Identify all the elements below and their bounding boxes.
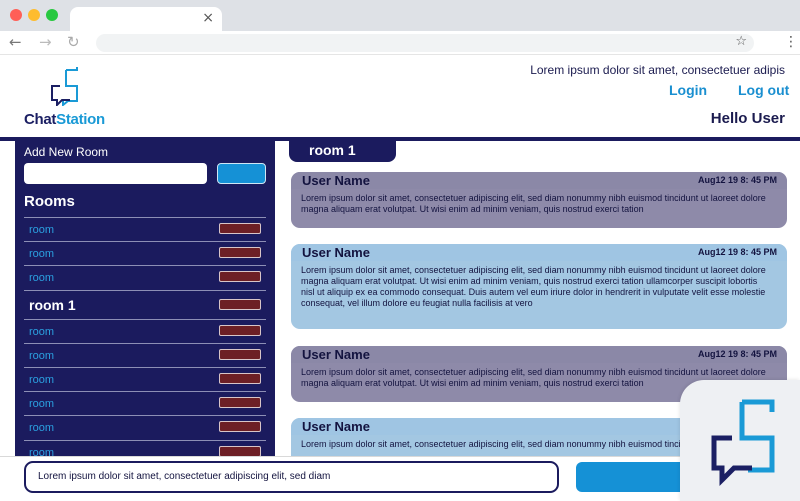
chat-message: User Name Aug12 19 8: 45 PM Lorem ipsum do…: [291, 172, 787, 228]
message-input-value: Lorem ipsum dolor sit amet, consectetuer…: [38, 471, 331, 482]
forward-arrow-icon[interactable]: →: [39, 34, 52, 50]
message-timestamp: Aug12 19 8: 45 PM: [697, 175, 777, 185]
browser-menu-icon[interactable]: ⋮: [784, 34, 798, 50]
delete-room-button[interactable]: [219, 324, 261, 336]
message-header: User Name Aug12 19 8: 45 PM: [291, 244, 787, 261]
room-list-item[interactable]: room: [24, 318, 266, 343]
logout-link[interactable]: Log out: [738, 82, 789, 98]
room-name[interactable]: room: [29, 326, 54, 338]
chat-message: User Name Aug12 19 8: 45 PM Lorem ipsum do…: [291, 244, 787, 329]
bookmark-star-icon[interactable]: ☆: [735, 34, 747, 49]
browser-tab[interactable]: ×: [70, 7, 222, 31]
delete-room-button[interactable]: [219, 247, 261, 259]
login-link[interactable]: Login: [669, 82, 707, 98]
delete-room-button[interactable]: [219, 445, 261, 456]
room-list-item[interactable]: room: [24, 415, 266, 439]
message-header: User Name Aug12 19 8: 45 PM: [291, 346, 787, 363]
room-name[interactable]: room: [29, 422, 54, 434]
room-list-item[interactable]: room: [24, 391, 266, 415]
delete-room-button[interactable]: [219, 397, 261, 409]
browser-toolbar: ← → ↻ ☆ ⋮: [0, 31, 800, 55]
room-list-item[interactable]: room: [24, 342, 266, 367]
minimize-window-button[interactable]: [28, 9, 40, 21]
app-icon-badge: [680, 380, 800, 501]
address-bar[interactable]: ☆: [96, 34, 754, 52]
browser-titlebar: ×: [0, 0, 800, 31]
logo-word-station: Station: [56, 111, 105, 128]
app-logo-wordmark: ChatStation: [24, 111, 105, 128]
delete-room-button[interactable]: [219, 223, 261, 234]
delete-room-button[interactable]: [219, 348, 261, 360]
user-greeting: Hello User: [710, 110, 785, 127]
room-name[interactable]: room: [29, 374, 54, 386]
message-text: Lorem ipsum dolor sit amet, consectetuer…: [301, 265, 766, 308]
delete-room-button[interactable]: [219, 298, 261, 310]
rooms-list: room room room room 1 room room room room room ro…: [24, 217, 266, 456]
message-username: User Name: [302, 419, 370, 434]
message-timestamp: Aug12 19 8: 45 PM: [697, 349, 777, 359]
message-input[interactable]: Lorem ipsum dolor sit amet, consectetuer…: [24, 461, 559, 493]
chatstation-app-icon: [711, 399, 775, 487]
room-list-item[interactable]: room 1: [24, 289, 266, 319]
message-text: Lorem ipsum dolor sit amet, consectetuer…: [301, 193, 766, 214]
room-name[interactable]: room: [29, 248, 54, 260]
room-name[interactable]: room: [29, 350, 54, 362]
reload-icon[interactable]: ↻: [67, 34, 80, 50]
room-list-item[interactable]: room: [24, 265, 266, 289]
room-list-item[interactable]: room: [24, 439, 266, 457]
new-room-input[interactable]: [24, 163, 207, 184]
tab-close-icon[interactable]: ×: [202, 9, 214, 27]
delete-room-button[interactable]: [219, 271, 261, 283]
chatstation-logo-icon: [51, 67, 78, 106]
header-tagline: Lorem ipsum dolor sit amet, consectetuer…: [530, 63, 785, 77]
room-name[interactable]: room: [29, 224, 54, 236]
room-name[interactable]: room: [29, 272, 54, 284]
room-name[interactable]: room: [29, 398, 54, 410]
message-username: User Name: [302, 245, 370, 260]
add-room-label: Add New Room: [24, 145, 109, 159]
room-name[interactable]: room: [29, 447, 54, 457]
room-list-item[interactable]: room: [24, 217, 266, 241]
message-timestamp: Aug12 19 8: 45 PM: [697, 247, 777, 257]
room-list-item[interactable]: room: [24, 241, 266, 265]
delete-room-button[interactable]: [219, 421, 261, 433]
close-window-button[interactable]: [10, 9, 22, 21]
delete-room-button[interactable]: [219, 372, 261, 384]
current-room-tab: room 1: [289, 141, 396, 162]
rooms-heading: Rooms: [24, 193, 75, 210]
room-name[interactable]: room 1: [29, 297, 76, 313]
rooms-sidebar: Add New Room Rooms room room room room 1 roo…: [15, 141, 275, 456]
current-room-title: room 1: [309, 142, 356, 158]
message-username: User Name: [302, 173, 370, 188]
room-list-item[interactable]: room: [24, 366, 266, 391]
message-username: User Name: [302, 347, 370, 362]
logo-word-chat: Chat: [24, 111, 57, 128]
message-header: User Name Aug12 19 8: 45 PM: [291, 172, 787, 189]
back-arrow-icon[interactable]: ←: [9, 34, 22, 50]
add-room-button[interactable]: [217, 163, 266, 184]
maximize-window-button[interactable]: [46, 9, 58, 21]
